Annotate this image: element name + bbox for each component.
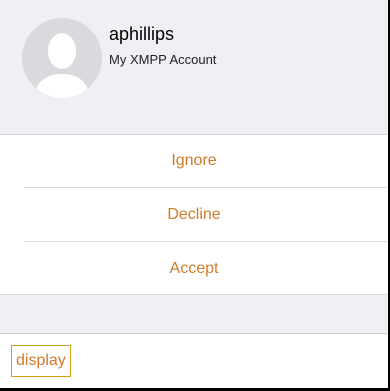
accept-button[interactable]: Accept — [0, 243, 388, 295]
contact-header: aphillips My XMPP Account — [0, 0, 388, 123]
contact-username: aphillips — [109, 24, 175, 44]
display-button[interactable]: display — [11, 345, 71, 377]
avatar — [22, 18, 102, 98]
divider — [24, 241, 388, 242]
bottom-bar: display — [0, 334, 388, 388]
subscription-actions: Ignore Decline Accept — [0, 134, 388, 295]
app-frame: aphillips My XMPP Account Ignore Decline… — [0, 0, 390, 391]
contact-account-label: My XMPP Account — [109, 52, 217, 67]
person-silhouette-icon — [22, 18, 102, 98]
divider — [24, 187, 388, 188]
ignore-button[interactable]: Ignore — [0, 135, 388, 187]
decline-button[interactable]: Decline — [0, 189, 388, 241]
